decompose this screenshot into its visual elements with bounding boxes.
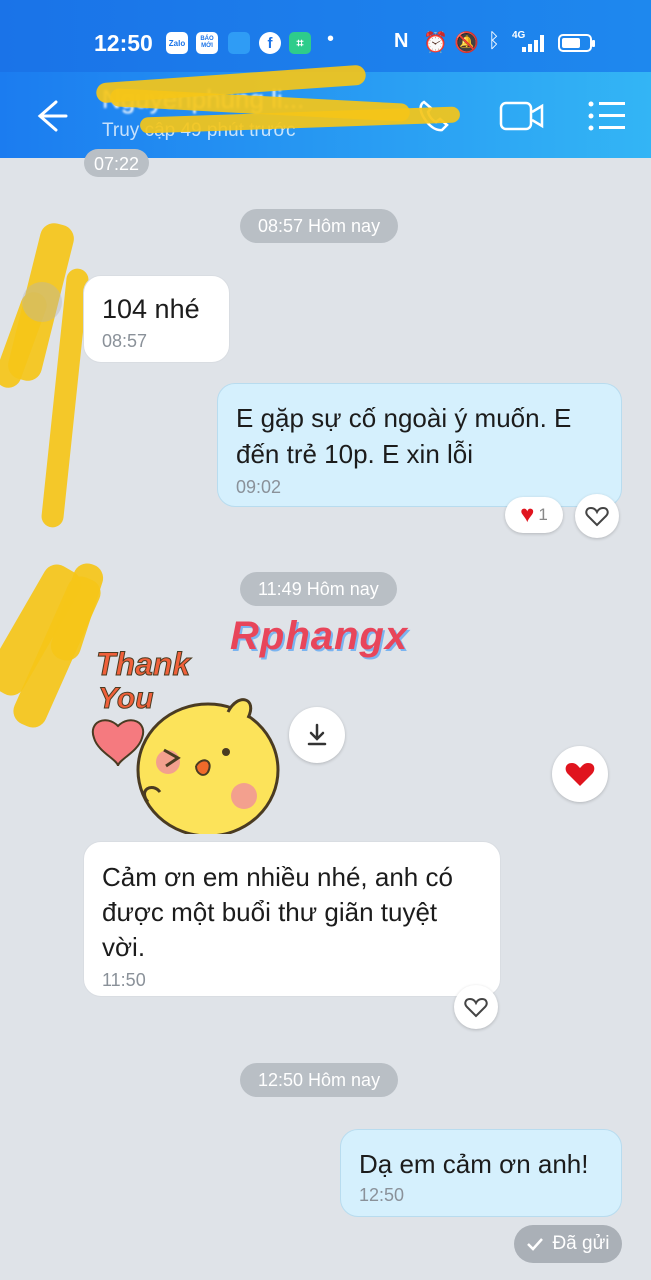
heart-outline-icon bbox=[464, 997, 488, 1018]
calculator-app-icon: ⌗ bbox=[289, 32, 311, 54]
sent-status-label: Đã gửi bbox=[552, 1233, 610, 1254]
message-text: 104 nhé bbox=[102, 294, 200, 324]
incoming-message[interactable]: 104 nhé 08:57 bbox=[83, 275, 230, 363]
reaction-count: 1 bbox=[538, 505, 548, 524]
download-button[interactable] bbox=[289, 707, 345, 763]
react-heart-button[interactable] bbox=[454, 985, 498, 1029]
check-icon bbox=[527, 1238, 544, 1251]
more-notifications-icon: • bbox=[327, 28, 335, 50]
back-arrow-icon[interactable] bbox=[32, 98, 68, 134]
facebook-icon: f bbox=[259, 32, 281, 54]
incoming-message[interactable]: Cảm ơn em nhiều nhé, anh có được một buổ… bbox=[83, 841, 501, 997]
nfc-icon: N bbox=[394, 30, 409, 52]
heart-reaction-icon: ♥ bbox=[520, 501, 535, 528]
date-separator: 11:49 Hôm nay bbox=[240, 572, 397, 606]
battery-icon bbox=[558, 34, 595, 52]
thank-you-sticker[interactable]: Thank You bbox=[88, 642, 284, 838]
sticker-text: You bbox=[98, 682, 155, 716]
message-text: Dạ em cảm ơn anh! bbox=[359, 1149, 589, 1179]
message-time: 12:50 bbox=[359, 1185, 405, 1205]
clipped-time-pill: 07:22 bbox=[84, 149, 150, 177]
message-text: E gặp sự cố ngoài ý muốn. E đến trẻ 10p.… bbox=[236, 403, 572, 469]
message-time: 08:57 bbox=[102, 331, 148, 351]
heart-filled-icon bbox=[565, 763, 595, 786]
avatar[interactable] bbox=[22, 282, 62, 322]
baomoi-app-icon: BÁO MỚI bbox=[196, 32, 218, 54]
status-time: 12:50 bbox=[94, 30, 153, 56]
download-icon bbox=[307, 723, 327, 746]
message-text: Cảm ơn em nhiều nhé, anh có được một buổ… bbox=[102, 862, 453, 962]
outgoing-message[interactable]: Dạ em cảm ơn anh! 12:50 bbox=[340, 1129, 622, 1217]
date-separator: 12:50 Hôm nay bbox=[240, 1063, 399, 1097]
zalo-app-icon: Zalo bbox=[166, 32, 188, 54]
message-time: 11:50 bbox=[102, 970, 146, 990]
sticker-text: Thank bbox=[95, 646, 191, 683]
date-separator: 08:57 Hôm nay bbox=[240, 209, 399, 243]
video-call-icon[interactable] bbox=[498, 96, 546, 136]
sent-status-badge: Đã gửi bbox=[514, 1225, 622, 1263]
heart-outline-icon bbox=[585, 506, 609, 527]
message-time: 09:02 bbox=[236, 477, 282, 497]
outgoing-message[interactable]: E gặp sự cố ngoài ý muốn. E đến trẻ 10p.… bbox=[217, 383, 622, 507]
app-icon bbox=[228, 32, 250, 54]
menu-list-icon[interactable] bbox=[586, 98, 628, 134]
react-heart-button[interactable] bbox=[575, 494, 619, 538]
reaction-summary[interactable]: ♥ 1 bbox=[505, 497, 563, 533]
bluetooth-icon: ᛒ bbox=[488, 30, 500, 52]
mute-icon: 🔕 bbox=[454, 32, 479, 54]
alarm-icon: ⏰ bbox=[423, 32, 448, 54]
heart-reaction-button[interactable] bbox=[552, 746, 608, 802]
signal-icon bbox=[514, 32, 548, 52]
